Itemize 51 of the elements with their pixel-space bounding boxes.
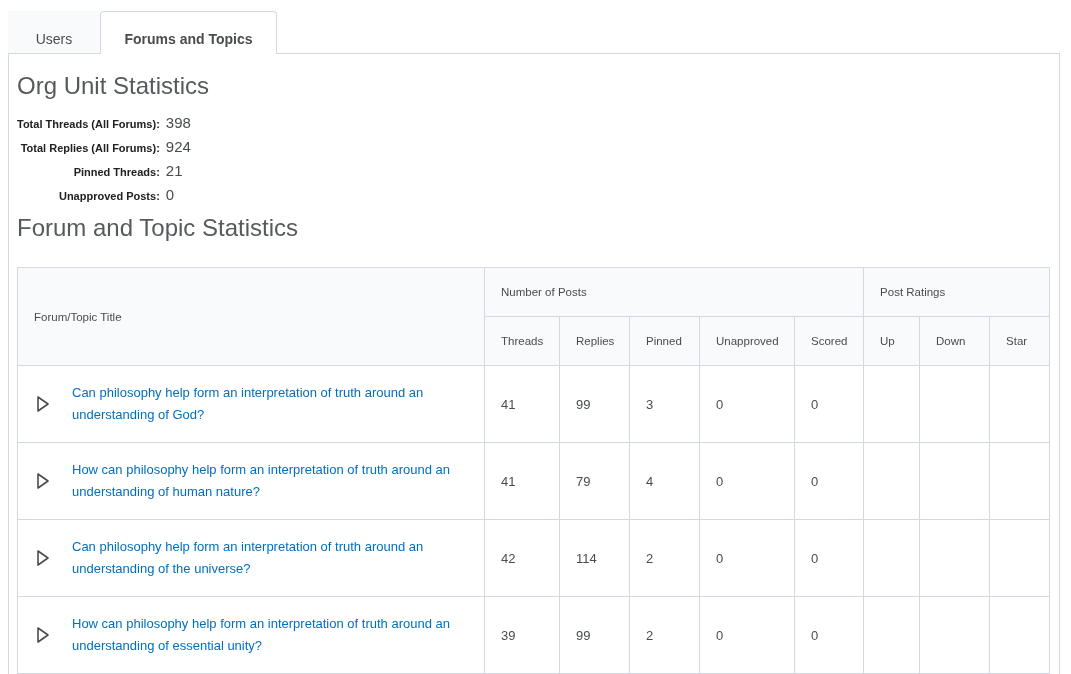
topic-link[interactable]: Can philosophy help form an interpretation of truth around an understanding of God? <box>72 382 468 426</box>
table-cell: 99 <box>559 596 630 674</box>
section-heading: Forum and Topic Statistics <box>17 214 299 242</box>
table-cell: 2 <box>629 596 700 674</box>
column-header: Scored <box>794 316 864 366</box>
column-header: Unapproved <box>699 316 795 366</box>
tab[interactable]: Users <box>8 11 100 53</box>
table-cell: 99 <box>559 365 630 443</box>
expand-triangle-icon[interactable] <box>36 626 50 644</box>
column-header: Pinned <box>629 316 700 366</box>
section-heading: Org Unit Statistics <box>17 72 211 100</box>
column-header: Threads <box>484 316 560 366</box>
expand-triangle-icon[interactable] <box>36 395 50 413</box>
group-header: Post Ratings <box>863 267 1050 317</box>
table-cell: 0 <box>699 365 795 443</box>
column-header: Forum/Topic Title <box>17 267 485 366</box>
stat-label: Total Threads (All Forums): <box>17 117 160 132</box>
table-cell: 79 <box>559 442 630 520</box>
group-header: Number of Posts <box>484 267 864 317</box>
table-cell: 0 <box>699 596 795 674</box>
column-header: Replies <box>559 316 630 366</box>
table-cell: 114 <box>559 519 630 597</box>
table-cell: 2 <box>629 519 700 597</box>
stat-value: 398 <box>165 114 191 131</box>
table-cell: 39 <box>484 596 560 674</box>
table-cell: 3 <box>629 365 700 443</box>
column-header: Star <box>989 316 1050 366</box>
topic-link[interactable]: Can philosophy help form an interpretation of truth around an understanding of the universe? <box>72 536 468 580</box>
table-cell: 0 <box>794 519 864 597</box>
stat-value: 21 <box>165 162 184 179</box>
stat-value: 0 <box>165 186 176 203</box>
stat-label: Unapproved Posts: <box>57 189 160 204</box>
table-cell: 0 <box>699 519 795 597</box>
topic-link[interactable]: How can philosophy help form an interpretation of truth around an understanding of essential unity? <box>72 613 468 657</box>
topic-link[interactable]: How can philosophy help form an interpretation of truth around an understanding of human nature? <box>72 459 468 503</box>
table-cell: 42 <box>484 519 560 597</box>
column-header: Down <box>919 316 990 366</box>
stat-value: 924 <box>165 138 191 155</box>
expand-triangle-icon[interactable] <box>36 549 50 567</box>
table-cell: 41 <box>484 442 560 520</box>
table-cell: 0 <box>794 596 864 674</box>
table-cell: 41 <box>484 365 560 443</box>
table-cell: 0 <box>699 442 795 520</box>
table-cell: 0 <box>794 442 864 520</box>
table-cell: 0 <box>794 365 864 443</box>
expand-triangle-icon[interactable] <box>36 472 50 490</box>
stat-label: Pinned Threads: <box>72 165 160 180</box>
tab[interactable]: Forums and Topics <box>100 11 277 54</box>
stat-label: Total Replies (All Forums): <box>19 141 160 156</box>
column-header: Up <box>863 316 920 366</box>
table-cell: 4 <box>629 442 700 520</box>
